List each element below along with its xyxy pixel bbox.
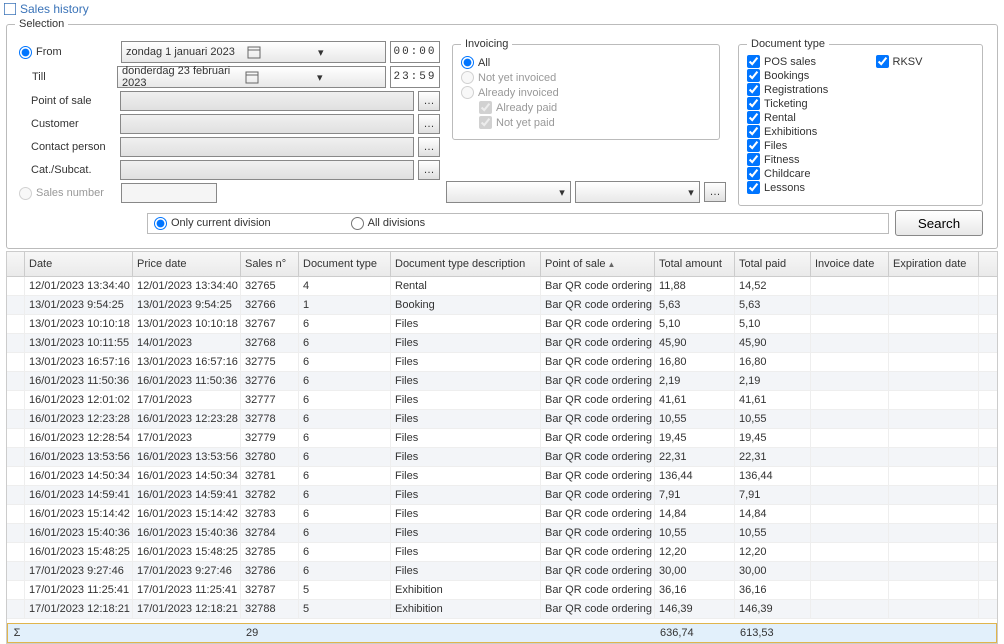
results-grid: DatePrice dateSales n°Document typeDocum… xyxy=(6,251,998,644)
customer-input[interactable] xyxy=(120,114,414,134)
table-row[interactable]: 16/01/2023 14:59:4116/01/2023 14:59:4132… xyxy=(7,486,997,505)
window-icon xyxy=(4,3,16,15)
extra-combo2[interactable]: ▾ xyxy=(575,181,700,203)
all-divisions-radio[interactable] xyxy=(351,217,364,230)
table-row[interactable]: 13/01/2023 10:10:1813/01/2023 10:10:1832… xyxy=(7,315,997,334)
chevron-down-icon: ▾ xyxy=(554,184,570,200)
customer-browse-button[interactable]: … xyxy=(418,114,440,134)
already-paid-check xyxy=(479,101,492,114)
col-header[interactable]: Point of sale▲ xyxy=(541,252,655,276)
table-row[interactable]: 16/01/2023 12:23:2816/01/2023 12:23:2832… xyxy=(7,410,997,429)
contact-input[interactable] xyxy=(120,137,414,157)
from-radio[interactable] xyxy=(19,46,32,59)
doctype-check[interactable] xyxy=(747,125,760,138)
current-division-radio[interactable] xyxy=(154,217,167,230)
doctype-check[interactable] xyxy=(747,153,760,166)
col-header[interactable]: Document type xyxy=(299,252,391,276)
salesnum-input xyxy=(121,183,217,203)
chevron-down-icon: ▾ xyxy=(683,184,699,200)
rksv-check[interactable] xyxy=(876,55,889,68)
cat-browse-button[interactable]: … xyxy=(418,160,440,180)
table-row[interactable]: 16/01/2023 12:28:5417/01/2023327796Files… xyxy=(7,429,997,448)
grid-header: DatePrice dateSales n°Document typeDocum… xyxy=(7,252,997,277)
table-row[interactable]: 13/01/2023 16:57:1613/01/2023 16:57:1632… xyxy=(7,353,997,372)
col-header[interactable]: Document type description xyxy=(391,252,541,276)
table-row[interactable]: 17/01/2023 11:25:4117/01/2023 11:25:4132… xyxy=(7,581,997,600)
till-date-combo[interactable]: donderdag 23 februari 2023 ▾ xyxy=(117,66,386,88)
grid-footer: Σ 29 636,74 613,53 xyxy=(7,623,997,643)
col-header[interactable]: Price date xyxy=(133,252,241,276)
table-row[interactable]: 16/01/2023 15:14:4216/01/2023 15:14:4232… xyxy=(7,505,997,524)
invoice-all-radio[interactable] xyxy=(461,56,474,69)
table-row[interactable]: 16/01/2023 12:01:0217/01/2023327776Files… xyxy=(7,391,997,410)
invoicing-fieldset: Invoicing All Not yet invoiced Already i… xyxy=(452,38,720,140)
invoice-notyet-radio xyxy=(461,71,474,84)
selection-fieldset: Selection From zondag 1 januari 2023 ▾ 0… xyxy=(6,18,998,249)
from-date-combo[interactable]: zondag 1 januari 2023 ▾ xyxy=(121,41,386,63)
customer-label: Customer xyxy=(15,118,120,130)
chevron-down-icon: ▾ xyxy=(261,44,382,60)
till-time-input[interactable]: 23:59 xyxy=(390,66,440,88)
division-choice: Only current division All divisions xyxy=(147,213,889,234)
doctype-col1: POS salesBookingsRegistrationsTicketingR… xyxy=(747,54,846,195)
doctype-check[interactable] xyxy=(747,69,760,82)
salesnum-label: Sales number xyxy=(36,187,121,199)
table-row[interactable]: 17/01/2023 12:18:2117/01/2023 12:18:2132… xyxy=(7,600,997,619)
contact-label: Contact person xyxy=(15,141,120,153)
doctype-check[interactable] xyxy=(747,167,760,180)
table-row[interactable]: 17/01/2023 9:27:4617/01/2023 9:27:463278… xyxy=(7,562,997,581)
table-row[interactable]: 13/01/2023 9:54:2513/01/2023 9:54:253276… xyxy=(7,296,997,315)
table-row[interactable]: 16/01/2023 15:40:3616/01/2023 15:40:3632… xyxy=(7,524,997,543)
table-row[interactable]: 16/01/2023 11:50:3616/01/2023 11:50:3632… xyxy=(7,372,997,391)
col-header[interactable]: Total amount xyxy=(655,252,735,276)
grid-body: 12/01/2023 13:34:4012/01/2023 13:34:4032… xyxy=(7,277,997,619)
window-title: Sales history xyxy=(0,0,1004,18)
doctype-check[interactable] xyxy=(747,97,760,110)
table-row[interactable]: 16/01/2023 15:48:2516/01/2023 15:48:2532… xyxy=(7,543,997,562)
pos-label: Point of sale xyxy=(15,95,120,107)
doctype-check[interactable] xyxy=(747,139,760,152)
cat-input[interactable] xyxy=(120,160,414,180)
table-row[interactable]: 13/01/2023 10:11:5514/01/2023327686Files… xyxy=(7,334,997,353)
pos-input[interactable] xyxy=(120,91,414,111)
invoice-already-radio xyxy=(461,86,474,99)
search-button[interactable]: Search xyxy=(895,210,983,236)
doctype-check[interactable] xyxy=(747,55,760,68)
calendar-icon xyxy=(247,45,261,59)
salesnum-radio xyxy=(19,187,32,200)
cat-label: Cat./Subcat. xyxy=(15,164,120,176)
doctype-check[interactable] xyxy=(747,111,760,124)
table-row[interactable]: 16/01/2023 13:53:5616/01/2023 13:53:5632… xyxy=(7,448,997,467)
chevron-down-icon: ▾ xyxy=(259,69,382,85)
col-header[interactable]: Total paid xyxy=(735,252,811,276)
doctype-check[interactable] xyxy=(747,181,760,194)
col-header[interactable]: Date xyxy=(25,252,133,276)
table-row[interactable]: 16/01/2023 14:50:3416/01/2023 14:50:3432… xyxy=(7,467,997,486)
col-header[interactable]: Invoice date xyxy=(811,252,889,276)
from-time-input[interactable]: 00:00 xyxy=(390,41,440,63)
from-label: From xyxy=(36,46,121,58)
calendar-icon xyxy=(245,70,259,84)
pos-browse-button[interactable]: … xyxy=(418,91,440,111)
notyet-paid-check xyxy=(479,116,492,129)
extra-browse-button[interactable]: … xyxy=(704,182,726,202)
doctype-fieldset: Document type POS salesBookingsRegistrat… xyxy=(738,38,983,206)
table-row[interactable]: 12/01/2023 13:34:4012/01/2023 13:34:4032… xyxy=(7,277,997,296)
doctype-check[interactable] xyxy=(747,83,760,96)
till-label: Till xyxy=(32,71,117,83)
extra-combo1[interactable]: ▾ xyxy=(446,181,571,203)
col-header[interactable]: Expiration date xyxy=(889,252,979,276)
col-header[interactable]: Sales n° xyxy=(241,252,299,276)
contact-browse-button[interactable]: … xyxy=(418,137,440,157)
